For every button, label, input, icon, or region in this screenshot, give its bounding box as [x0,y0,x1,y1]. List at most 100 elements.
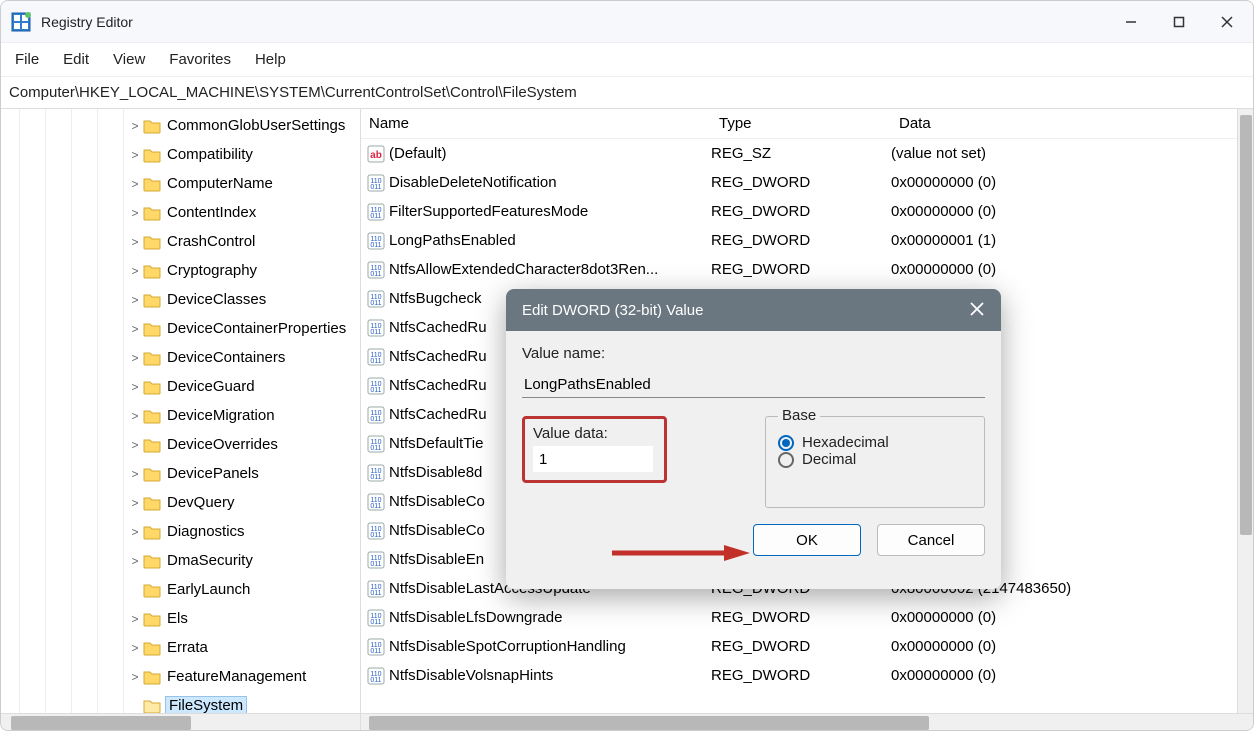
address-bar[interactable]: Computer\HKEY_LOCAL_MACHINE\SYSTEM\Curre… [1,77,1253,109]
tree-item-label: CrashControl [165,232,257,251]
radio-hex-row[interactable]: Hexadecimal [778,434,972,451]
edit-dword-dialog: Edit DWORD (32-bit) Value Value name: Va… [506,289,1001,589]
cancel-button[interactable]: Cancel [877,524,985,556]
close-button[interactable] [1203,1,1251,43]
col-name[interactable]: Name [361,111,711,136]
expand-icon[interactable]: > [127,467,143,481]
tree-item[interactable]: >Compatibility [1,140,360,169]
tree-item[interactable]: >Cryptography [1,256,360,285]
menu-favorites[interactable]: Favorites [169,51,231,68]
value-type: REG_DWORD [711,638,891,655]
tree-item[interactable]: >Els [1,604,360,633]
folder-icon [143,263,161,279]
radio-dec[interactable] [778,452,794,468]
ok-button[interactable]: OK [753,524,861,556]
expand-icon[interactable]: > [127,612,143,626]
tree-item[interactable]: >DevicePanels [1,459,360,488]
value-row[interactable]: ab(Default)REG_SZ(value not set) [361,139,1253,168]
value-row[interactable]: 110011NtfsDisableLfsDowngradeREG_DWORD0x… [361,603,1253,632]
expand-icon[interactable]: > [127,554,143,568]
value-row[interactable]: 110011NtfsAllowExtendedCharacter8dot3Ren… [361,255,1253,284]
tree-item[interactable]: > CrashControl [1,227,360,256]
expand-icon[interactable]: > [127,293,143,307]
svg-text:011: 011 [370,619,381,626]
tree-pane: >CommonGlobUserSettings>Compatibility>Co… [1,109,361,731]
expand-icon[interactable]: > [127,409,143,423]
value-row[interactable]: 110011DisableDeleteNotificationREG_DWORD… [361,168,1253,197]
expand-icon[interactable]: > [127,264,143,278]
dialog-titlebar: Edit DWORD (32-bit) Value [506,289,1001,331]
base-legend: Base [778,407,820,424]
menu-file[interactable]: File [15,51,39,68]
expand-icon[interactable]: > [127,148,143,162]
tree-item[interactable]: >DeviceMigration [1,401,360,430]
tree-item[interactable]: >DeviceContainers [1,343,360,372]
value-row[interactable]: 110011FilterSupportedFeaturesModeREG_DWO… [361,197,1253,226]
list-horizontal-scrollbar[interactable] [361,713,1253,731]
value-name: NtfsDisableCo [389,493,485,510]
tree-item-label: DmaSecurity [165,551,255,570]
folder-icon [143,379,161,395]
maximize-button[interactable] [1155,1,1203,43]
tree-item-label: CommonGlobUserSettings [165,116,347,135]
tree-item[interactable]: > CommonGlobUserSettings [1,111,360,140]
tree-item[interactable]: > DeviceContainerProperties [1,314,360,343]
col-type[interactable]: Type [711,111,891,136]
tree-item[interactable]: >DeviceGuard [1,372,360,401]
expand-icon[interactable]: > [127,380,143,394]
menu-help[interactable]: Help [255,51,286,68]
expand-icon[interactable]: > [127,438,143,452]
radio-dec-row[interactable]: Decimal [778,451,972,468]
dword-value-icon: 110011 [367,464,385,482]
expand-icon[interactable]: > [127,206,143,220]
tree-item[interactable]: > DmaSecurity [1,546,360,575]
menu-view[interactable]: View [113,51,145,68]
folder-icon [143,611,161,627]
value-row[interactable]: 110011NtfsDisableVolsnapHintsREG_DWORD0x… [361,661,1253,690]
tree-item[interactable]: >FeatureManagement [1,662,360,691]
value-name: DisableDeleteNotification [389,174,557,191]
expand-icon[interactable]: > [127,641,143,655]
expand-icon[interactable]: > [127,583,143,597]
list-vertical-scrollbar[interactable] [1237,109,1253,713]
column-headers: Name Type Data [361,109,1253,139]
expand-icon[interactable]: > [127,235,143,249]
dword-value-icon: 110011 [367,174,385,192]
value-name-field[interactable] [522,372,985,398]
tree-item[interactable]: > DeviceOverrides [1,430,360,459]
tree-item[interactable]: >EarlyLaunch [1,575,360,604]
value-data: 0x00000000 (0) [891,174,1253,191]
value-row[interactable]: 110011LongPathsEnabledREG_DWORD0x0000000… [361,226,1253,255]
tree-item[interactable]: >DeviceClasses [1,285,360,314]
expand-icon[interactable]: > [127,670,143,684]
tree-item[interactable]: >ContentIndex [1,198,360,227]
dword-value-icon: 110011 [367,377,385,395]
tree-item[interactable]: >Diagnostics [1,517,360,546]
value-data-input[interactable] [533,446,653,472]
value-row[interactable]: 110011NtfsDisableSpotCorruptionHandlingR… [361,632,1253,661]
expand-icon[interactable]: > [127,119,143,133]
tree-item[interactable]: >Errata [1,633,360,662]
base-fieldset: Base Hexadecimal Decimal [765,416,985,508]
tree-item[interactable]: >ComputerName [1,169,360,198]
expand-icon[interactable]: > [127,699,143,713]
value-data: (value not set) [891,145,1253,162]
folder-icon [143,176,161,192]
dialog-close-button[interactable] [965,300,989,321]
menu-edit[interactable]: Edit [63,51,89,68]
col-data[interactable]: Data [891,111,1253,136]
tree-item-label: DeviceOverrides [165,435,280,454]
tree-horizontal-scrollbar[interactable] [1,713,360,731]
expand-icon[interactable]: > [127,351,143,365]
expand-icon[interactable]: > [127,496,143,510]
radio-hex[interactable] [778,435,794,451]
expand-icon[interactable]: > [127,525,143,539]
minimize-button[interactable] [1107,1,1155,43]
tree-item[interactable]: >DevQuery [1,488,360,517]
expand-icon[interactable]: > [127,322,143,336]
value-name: NtfsDisable8d [389,464,482,481]
titlebar: Registry Editor [1,1,1253,43]
window-title: Registry Editor [41,14,133,30]
tree-item-label: DeviceContainerProperties [165,319,348,338]
expand-icon[interactable]: > [127,177,143,191]
